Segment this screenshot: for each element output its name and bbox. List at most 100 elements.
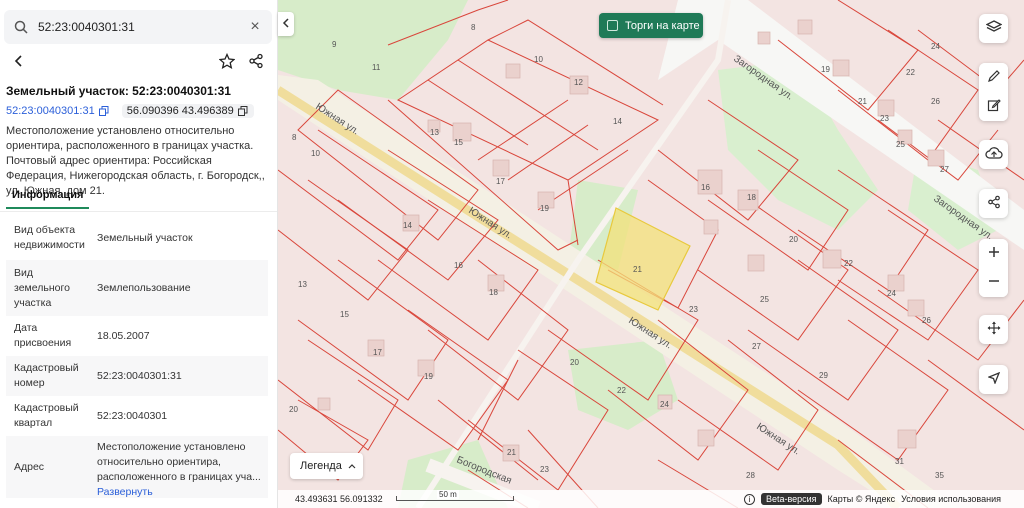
tab-divider [0, 211, 277, 212]
parcel-title: Земельный участок: 52:23:0040301:31 [6, 84, 231, 98]
layers-button[interactable] [979, 14, 1008, 43]
parcel-label: 22 [617, 386, 626, 395]
parcel-id-row: 52:23:0040301:31 56.090396 43.496389 [6, 104, 254, 118]
attribution-row: i Beta-версия Карты © Яндекс Условия исп… [743, 493, 1001, 505]
parcel-label: 20 [570, 358, 579, 367]
auctions-toggle-label: Торги на карте [625, 19, 700, 32]
info-key: Вид объекта недвижимости [14, 224, 85, 251]
move-arrows-icon [987, 321, 1001, 338]
info-row: Дата присвоения 18.05.2007 [6, 316, 268, 356]
search-bar: × [4, 10, 272, 44]
back-arrow-icon[interactable] [10, 52, 28, 70]
parcel-label: 23 [689, 305, 698, 314]
parcel-label: 27 [752, 342, 761, 351]
pencil-icon [987, 69, 1001, 86]
parcel-label: 25 [896, 140, 905, 149]
green-area [568, 340, 678, 430]
terms-link[interactable]: Условия использования [901, 494, 1001, 504]
copy-number-icon[interactable] [99, 106, 110, 117]
favorite-star-icon[interactable] [218, 52, 236, 70]
clear-search-icon[interactable]: × [248, 19, 262, 35]
chevron-left-icon [282, 17, 290, 31]
parcel-label: 23 [880, 114, 889, 123]
map-share-button[interactable] [979, 189, 1008, 218]
parcel-label: 16 [454, 261, 463, 270]
info-icon[interactable]: i [743, 493, 755, 505]
info-value: Земельный участок [97, 231, 193, 244]
parcel-label: 29 [819, 371, 828, 380]
auctions-checkbox[interactable] [607, 20, 618, 31]
cadastral-map[interactable]: Южная ул. Южная ул. Южная ул. Южная ул. … [278, 0, 1024, 508]
info-key: Вид земельного участка [14, 266, 70, 309]
share-icon [987, 195, 1001, 212]
parcel-label: 14 [613, 117, 622, 126]
map-status-bar: 43.493631 56.091332 50 m i Beta-версия К… [278, 490, 1024, 508]
parcel-label: 13 [298, 280, 307, 289]
navigation-arrow-icon [986, 371, 1000, 387]
pan-button[interactable] [979, 315, 1008, 344]
search-icon [14, 20, 28, 34]
info-row: Кадастровый квартал 52:23:0040301 [6, 396, 268, 436]
parcel-label: 22 [844, 259, 853, 268]
zoom-in-button[interactable] [979, 239, 1008, 268]
parcel-label: 24 [931, 42, 940, 51]
edit-button[interactable] [979, 92, 1008, 121]
info-value: 52:23:0040301 [97, 409, 168, 422]
info-row: Вид объекта недвижимости Земельный участ… [6, 216, 268, 260]
parcel-label: 26 [922, 316, 931, 325]
auctions-on-map-toggle[interactable]: Торги на карте [599, 13, 703, 38]
minus-icon [988, 275, 1000, 290]
parcel-label: 24 [660, 400, 669, 409]
attribution-text[interactable]: Карты © Яндекс [828, 494, 896, 504]
parcel-label: 15 [454, 138, 463, 147]
cursor-coordinates: 43.493631 56.091332 [295, 494, 383, 504]
parcel-label: 18 [489, 288, 498, 297]
legend-label: Легенда [300, 460, 342, 472]
zoom-controls [979, 239, 1008, 297]
info-value: Местоположение установлено относительно … [97, 441, 261, 483]
info-key: Адрес [14, 461, 45, 473]
info-value: 52:23:0040301:31 [97, 369, 182, 382]
parcel-label: 18 [747, 193, 756, 202]
info-key: Кадастровый квартал [14, 402, 79, 429]
parcel-label: 19 [424, 372, 433, 381]
parcel-label: 9 [332, 40, 337, 49]
parcel-label: 27 [940, 165, 949, 174]
parcel-label: 28 [746, 471, 755, 480]
parcel-label: 31 [895, 457, 904, 466]
parcel-coordinates: 56.090396 43.496389 [121, 104, 254, 118]
parcel-label: 26 [931, 97, 940, 106]
panel-header [0, 50, 277, 72]
parcel-label: 10 [534, 55, 543, 64]
parcel-label: 11 [372, 63, 381, 72]
parcel-label: 25 [760, 295, 769, 304]
parcel-info-panel: × Земельный участок: 52:23:0040301:31 52… [0, 0, 278, 508]
parcel-label: 21 [633, 265, 642, 274]
upload-button[interactable] [979, 140, 1008, 169]
search-input[interactable] [38, 20, 248, 34]
parcel-label: 20 [789, 235, 798, 244]
parcel-coordinates-value: 56.090396 43.496389 [126, 105, 234, 117]
parcel-label: 19 [821, 65, 830, 74]
parcel-label: 19 [540, 204, 549, 213]
collapse-panel-button[interactable] [278, 12, 294, 36]
legend-button[interactable]: Легенда [290, 453, 363, 479]
share-icon[interactable] [247, 52, 265, 70]
info-key: Кадастровый номер [14, 362, 79, 389]
copy-coords-icon[interactable] [238, 106, 249, 117]
ruler-button[interactable] [979, 63, 1008, 92]
zoom-out-button[interactable] [979, 268, 1008, 297]
cloud-upload-icon [984, 146, 1003, 163]
info-value: 18.05.2007 [97, 329, 150, 342]
info-row: Кадастровый номер 52:23:0040301:31 [6, 356, 268, 396]
parcel-number-link[interactable]: 52:23:0040301:31 [6, 105, 95, 117]
parcel-label: 16 [701, 183, 710, 192]
parcel-label: 10 [311, 149, 320, 158]
map-canvas: Южная ул. Южная ул. Южная ул. Южная ул. … [278, 0, 1024, 508]
tab-info[interactable]: Информация [6, 189, 90, 209]
parcel-label: 22 [906, 68, 915, 77]
my-location-button[interactable] [979, 365, 1008, 394]
layers-icon [985, 19, 1002, 38]
info-value-wrap: Местоположение установлено относительно … [90, 440, 268, 500]
expand-address-link[interactable]: Развернуть [97, 485, 268, 500]
